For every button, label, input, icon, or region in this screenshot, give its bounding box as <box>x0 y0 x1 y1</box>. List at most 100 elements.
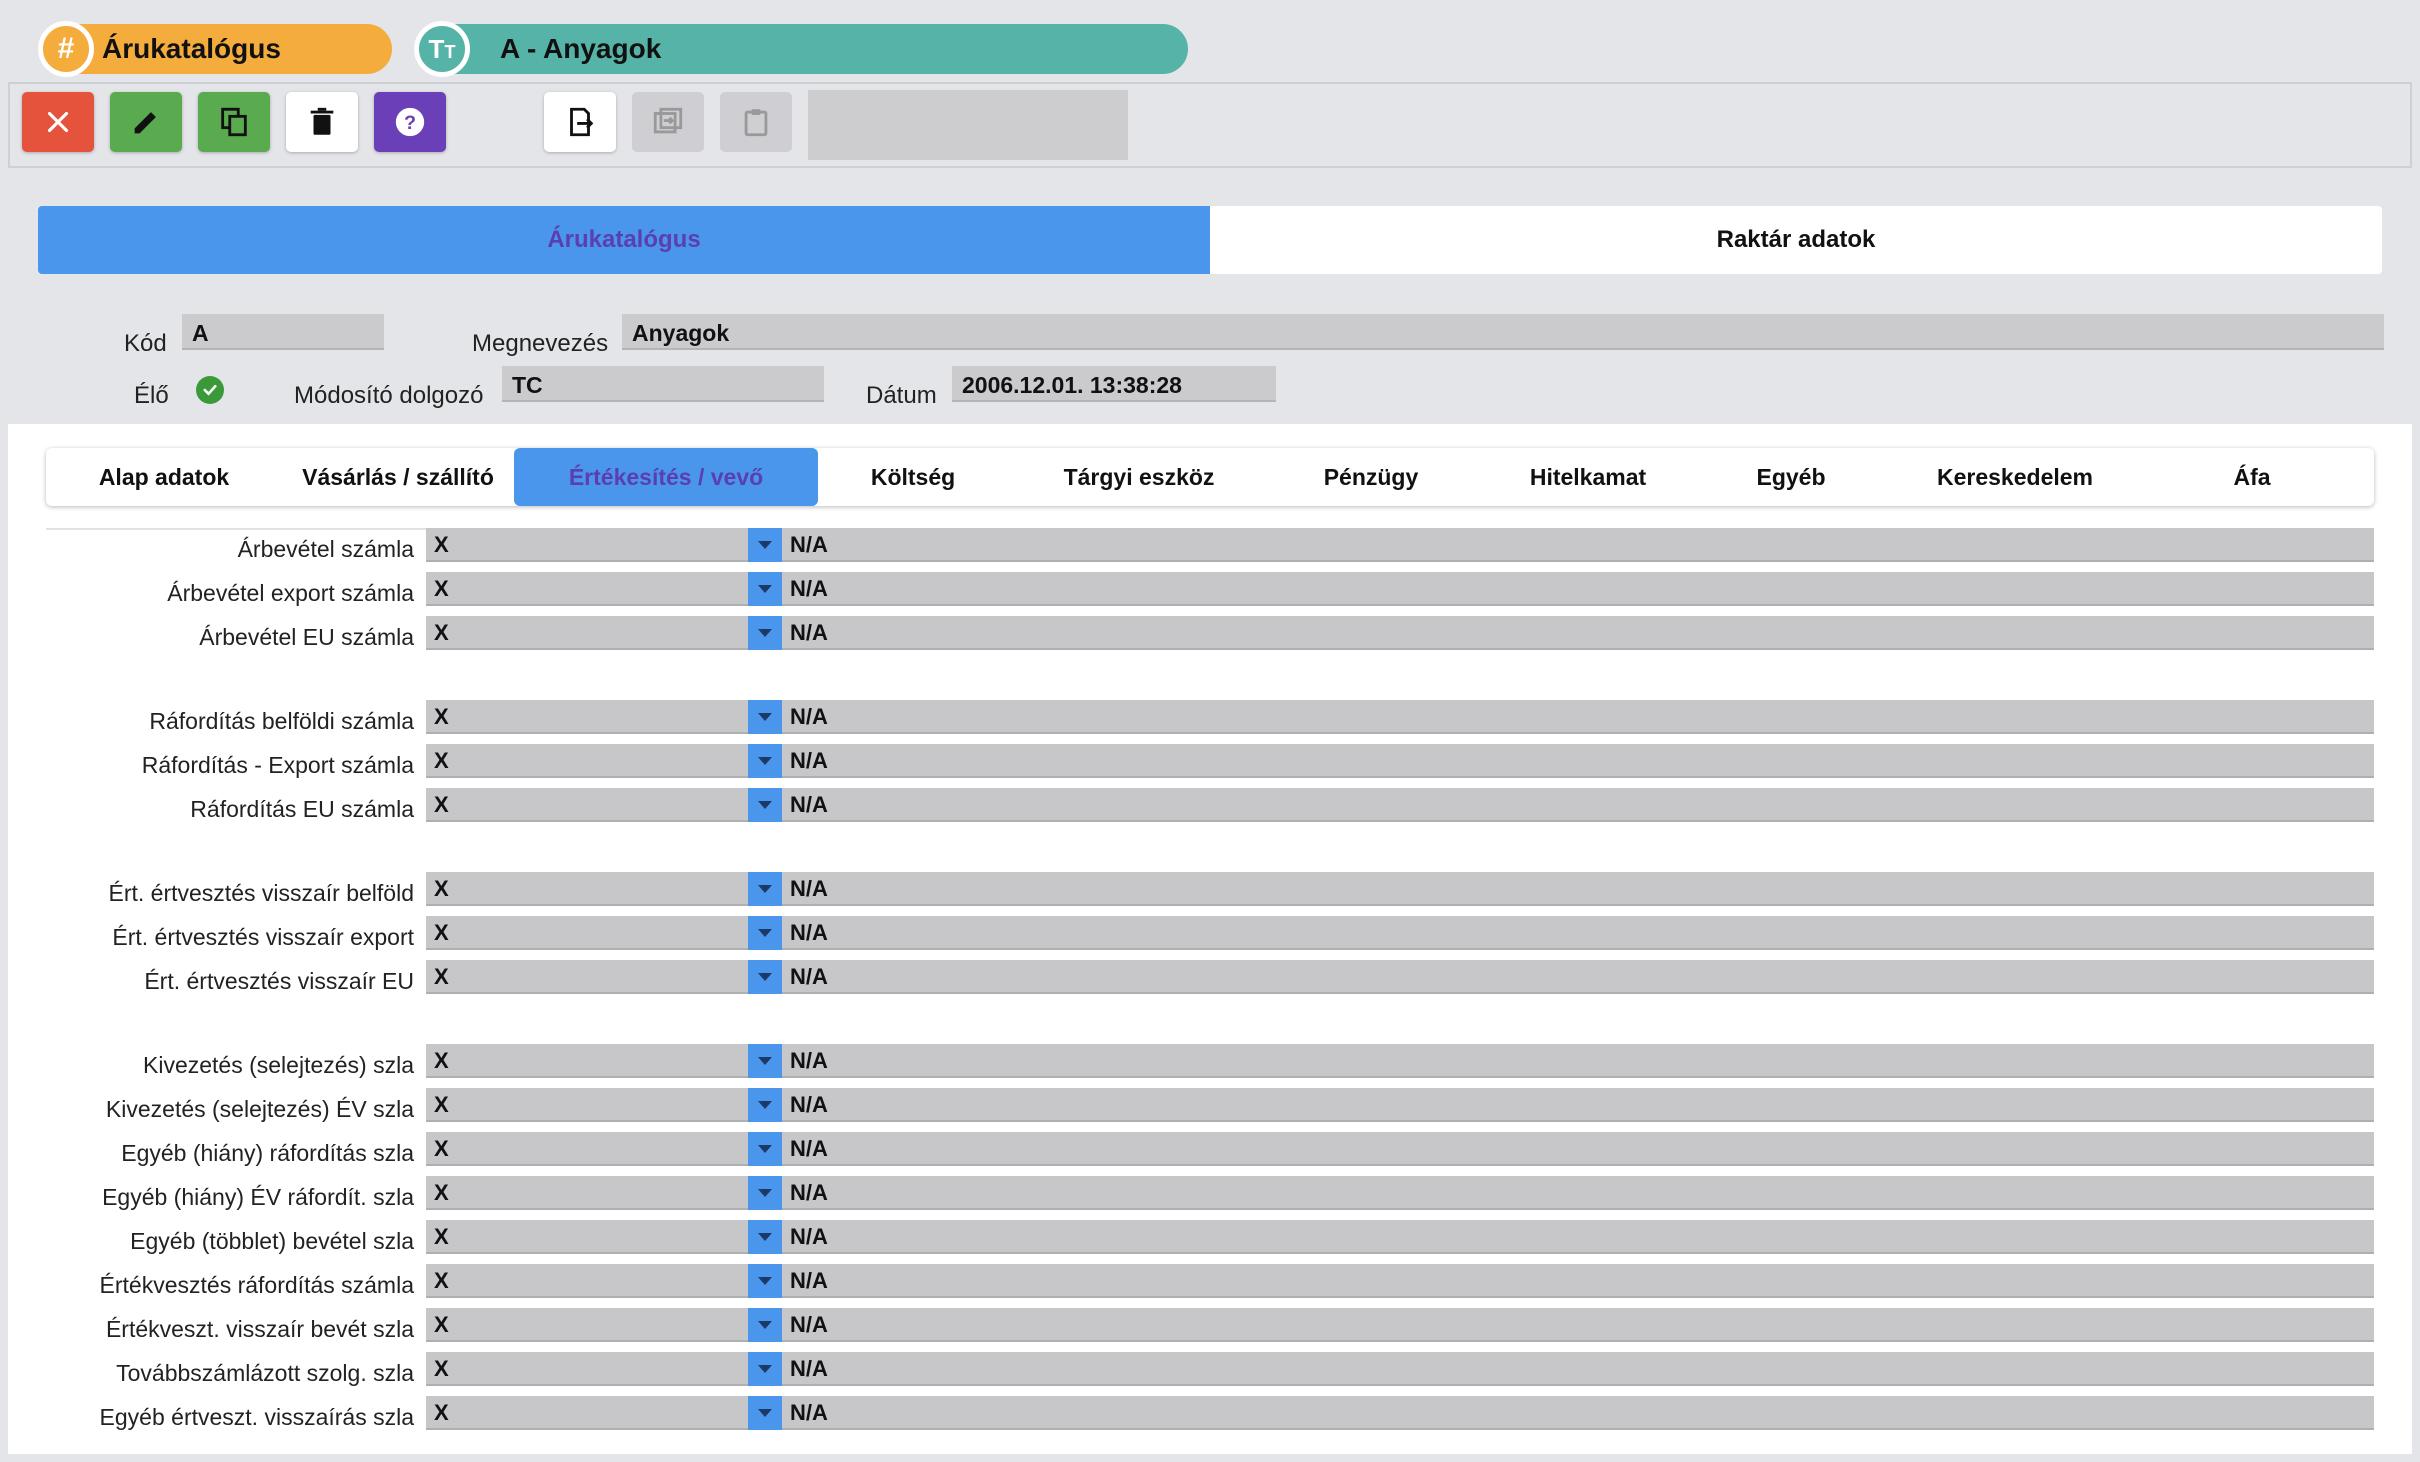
account-row-label: Árbevétel számla <box>237 536 414 562</box>
account-row-label: Értékveszt. visszaír bevét szla <box>105 1316 414 1342</box>
account-code-field[interactable]: X <box>426 916 748 950</box>
account-code-field[interactable]: X <box>426 1352 748 1386</box>
subtab-afa[interactable]: Áfa <box>2152 448 2352 506</box>
close-icon <box>47 111 69 133</box>
account-code-field[interactable]: X <box>426 1396 748 1430</box>
account-row-label: Kivezetés (selejtezés) szla <box>143 1052 414 1078</box>
copy-icon <box>221 107 247 137</box>
account-row: Ráfordítás belföldi számla X N/A <box>46 700 2374 740</box>
chevron-down-icon <box>758 713 772 721</box>
close-button[interactable] <box>22 92 94 152</box>
help-button[interactable]: ? <box>374 92 446 152</box>
account-code-field[interactable]: X <box>426 960 748 994</box>
account-row-label: Értékvesztés ráfordítás számla <box>99 1272 414 1298</box>
chevron-down-icon <box>758 585 772 593</box>
dropdown-button[interactable] <box>748 616 782 650</box>
paste-button[interactable] <box>720 92 792 152</box>
subtab-kereskedelem[interactable]: Kereskedelem <box>1878 448 2152 506</box>
chevron-down-icon <box>758 1189 772 1197</box>
subtab-penzugy[interactable]: Pénzügy <box>1270 448 1472 506</box>
dropdown-button[interactable] <box>748 872 782 906</box>
tab-raktar-adatok[interactable]: Raktár adatok <box>1210 206 2382 274</box>
dropdown-button[interactable] <box>748 744 782 778</box>
dropdown-button[interactable] <box>748 1176 782 1210</box>
account-row: Ráfordítás EU számla X N/A <box>46 788 2374 828</box>
account-row: Értékveszt. visszaír bevét szla X N/A <box>46 1308 2374 1348</box>
subtab-alap-adatok[interactable]: Alap adatok <box>46 448 282 506</box>
breadcrumb-catalog-label: Árukatalógus <box>102 33 281 64</box>
account-code-field[interactable]: X <box>426 744 748 778</box>
breadcrumb-catalog[interactable]: # Árukatalógus <box>38 21 392 77</box>
account-row-label: Ráfordítás belföldi számla <box>149 708 414 734</box>
export-button[interactable] <box>544 92 616 152</box>
account-code-field[interactable]: X <box>426 1220 748 1254</box>
dropdown-button[interactable] <box>748 1132 782 1166</box>
account-name-field: N/A <box>782 528 2374 562</box>
modosito-field[interactable]: TC <box>502 366 824 402</box>
account-code-field[interactable]: X <box>426 788 748 822</box>
svg-text:?: ? <box>404 112 416 134</box>
elo-label: Élő <box>134 382 169 409</box>
account-row-label: Ért. értvesztés visszaír export <box>112 924 414 950</box>
dropdown-button[interactable] <box>748 1088 782 1122</box>
account-name-field: N/A <box>782 872 2374 906</box>
dropdown-button[interactable] <box>748 1308 782 1342</box>
account-code-field[interactable]: X <box>426 616 748 650</box>
subtab-targyi-eszkoz[interactable]: Tárgyi eszköz <box>1008 448 1270 506</box>
dropdown-button[interactable] <box>748 528 782 562</box>
account-code-field[interactable]: X <box>426 1132 748 1166</box>
tab-arukatalogus[interactable]: Árukatalógus <box>38 206 1210 274</box>
account-code-field[interactable]: X <box>426 1176 748 1210</box>
account-code-field[interactable]: X <box>426 572 748 606</box>
dropdown-button[interactable] <box>748 788 782 822</box>
dropdown-button[interactable] <box>748 572 782 606</box>
breadcrumb-record[interactable]: TT A - Anyagok <box>414 21 1188 77</box>
chevron-down-icon <box>758 801 772 809</box>
copy-button[interactable] <box>198 92 270 152</box>
main-tabs: Árukatalógus Raktár adatok <box>38 206 2382 274</box>
datum-field[interactable]: 2006.12.01. 13:38:28 <box>952 366 1276 402</box>
account-code-field[interactable]: X <box>426 528 748 562</box>
account-name-field: N/A <box>782 960 2374 994</box>
account-code-field[interactable]: X <box>426 1044 748 1078</box>
detail-panel: Alap adatok Vásárlás / szállító Értékesí… <box>8 424 2412 1454</box>
dropdown-button[interactable] <box>748 1396 782 1430</box>
datum-label: Dátum <box>866 382 937 409</box>
account-code-field[interactable]: X <box>426 1088 748 1122</box>
account-row-label: Egyéb (hiány) ÉV ráfordít. szla <box>102 1184 414 1210</box>
import-button[interactable] <box>632 92 704 152</box>
elo-checkbox[interactable] <box>196 376 224 404</box>
subtab-egyeb[interactable]: Egyéb <box>1704 448 1878 506</box>
delete-button[interactable] <box>286 92 358 152</box>
account-code-field[interactable]: X <box>426 1308 748 1342</box>
subtab-ertekesites[interactable]: Értékesítés / vevő <box>514 448 818 506</box>
dropdown-button[interactable] <box>748 1264 782 1298</box>
kod-field[interactable]: A <box>182 314 384 350</box>
megnevezes-field[interactable]: Anyagok <box>622 314 2384 350</box>
account-code-field[interactable]: X <box>426 872 748 906</box>
edit-button[interactable] <box>110 92 182 152</box>
account-row: Kivezetés (selejtezés) ÉV szla X N/A <box>46 1088 2374 1128</box>
account-name-field: N/A <box>782 700 2374 734</box>
dropdown-button[interactable] <box>748 1352 782 1386</box>
account-row: Egyéb (hiány) ÉV ráfordít. szla X N/A <box>46 1176 2374 1216</box>
account-name-field: N/A <box>782 572 2374 606</box>
chevron-down-icon <box>758 541 772 549</box>
subtab-koltseg[interactable]: Költség <box>818 448 1008 506</box>
dropdown-button[interactable] <box>748 960 782 994</box>
chevron-down-icon <box>758 1145 772 1153</box>
account-name-field: N/A <box>782 1088 2374 1122</box>
account-code-field[interactable]: X <box>426 700 748 734</box>
toolbar-search-field[interactable] <box>808 90 1128 160</box>
dropdown-button[interactable] <box>748 1220 782 1254</box>
subtab-vasarlas[interactable]: Vásárlás / szállító <box>282 448 514 506</box>
dropdown-button[interactable] <box>748 700 782 734</box>
account-code-field[interactable]: X <box>426 1264 748 1298</box>
account-row-label: Ért. értvesztés visszaír EU <box>144 968 414 994</box>
dropdown-button[interactable] <box>748 916 782 950</box>
account-row: Árbevétel EU számla X N/A <box>46 616 2374 656</box>
megnevezes-label: Megnevezés <box>472 330 609 357</box>
subtab-hitelkamat[interactable]: Hitelkamat <box>1472 448 1704 506</box>
dropdown-button[interactable] <box>748 1044 782 1078</box>
account-name-field: N/A <box>782 1308 2374 1342</box>
